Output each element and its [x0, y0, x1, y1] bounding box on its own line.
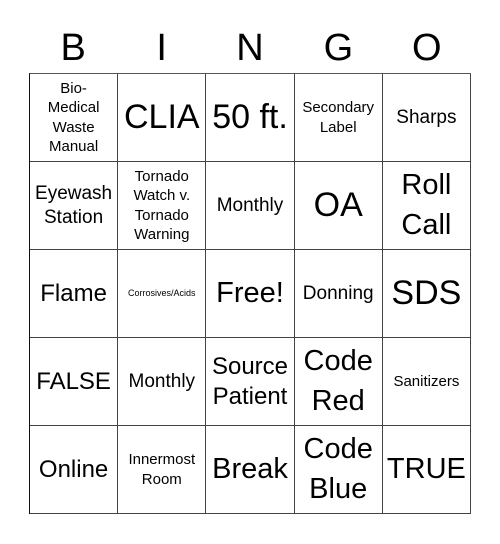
bingo-board: Bio- Medical Waste Manual CLIA 50 ft. Secon… — [29, 73, 471, 514]
bingo-cell[interactable]: Monthly — [118, 338, 207, 426]
bingo-header: B I N G O — [29, 22, 471, 74]
bingo-cell[interactable]: CLIA — [118, 74, 207, 162]
bingo-cell[interactable]: TRUE — [382, 426, 471, 514]
bingo-cell[interactable]: Flame — [30, 250, 119, 338]
free-space-cell[interactable]: Free! — [206, 250, 295, 338]
bingo-cell[interactable]: Sanitizers — [382, 338, 471, 426]
bingo-cell[interactable]: Monthly — [206, 162, 295, 250]
header-letter-b: B — [60, 27, 86, 69]
bingo-cell[interactable]: Corrosives/Acids — [118, 250, 207, 338]
bingo-cell[interactable]: SDS — [382, 250, 471, 338]
bingo-cell[interactable]: Source Patient — [206, 338, 295, 426]
bingo-cell[interactable]: Secondary Label — [294, 74, 383, 162]
bingo-cell[interactable]: Tornado Watch v. Tornado Warning — [118, 162, 207, 250]
bingo-cell[interactable]: Break — [206, 426, 295, 514]
header-letter-o: O — [412, 27, 442, 69]
header-letter-g: G — [323, 27, 354, 69]
bingo-cell[interactable]: 50 ft. — [206, 74, 295, 162]
bingo-cell[interactable]: Code Red — [294, 338, 383, 426]
bingo-cell[interactable]: Innermost Room — [118, 426, 207, 514]
header-letter-i: I — [156, 27, 167, 69]
bingo-cell[interactable]: FALSE — [30, 338, 119, 426]
bingo-cell[interactable]: Sharps — [382, 74, 471, 162]
bingo-cell[interactable]: Donning — [294, 250, 383, 338]
bingo-cell[interactable]: Online — [30, 426, 119, 514]
bingo-cell[interactable]: Roll Call — [382, 162, 471, 250]
header-letter-n: N — [236, 27, 264, 69]
bingo-cell[interactable]: Eyewash Station — [30, 162, 119, 250]
bingo-cell[interactable]: Bio- Medical Waste Manual — [30, 74, 119, 162]
bingo-cell[interactable]: Code Blue — [294, 426, 383, 514]
bingo-cell[interactable]: OA — [294, 162, 383, 250]
